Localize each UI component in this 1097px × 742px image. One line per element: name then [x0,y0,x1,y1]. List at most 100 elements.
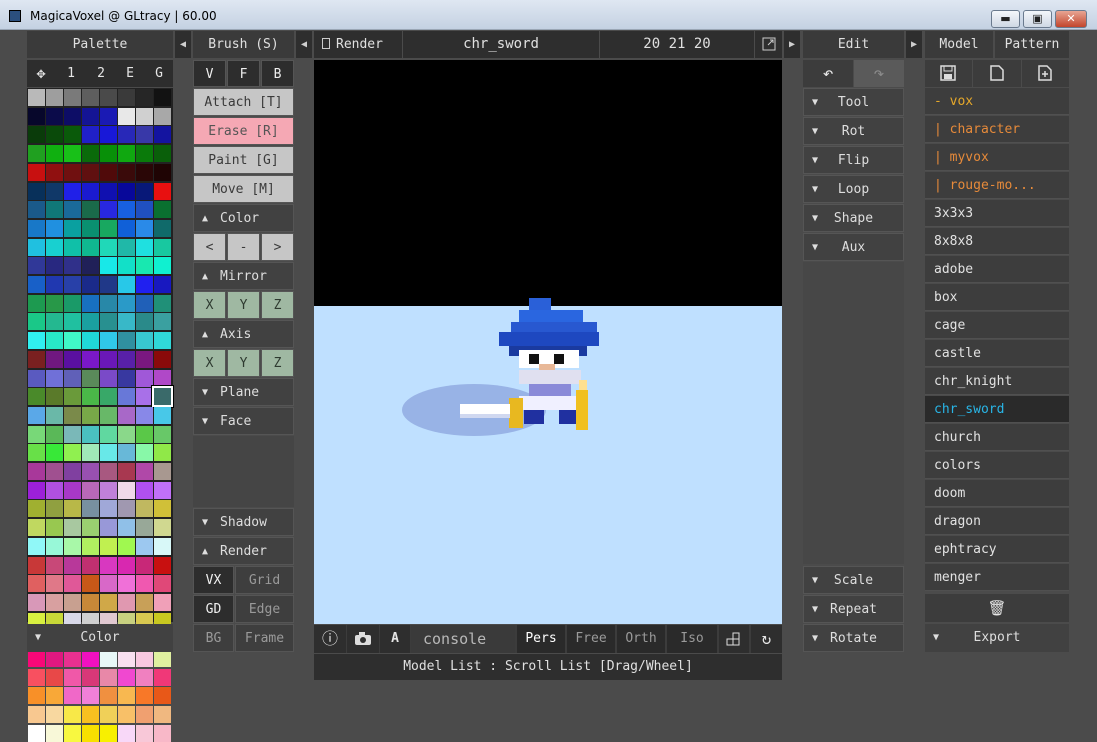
palette-swatch[interactable] [28,650,45,667]
palette-swatch[interactable] [154,126,171,144]
edit-section-rotate[interactable]: ▼ Rotate [803,624,904,652]
palette-swatch[interactable] [154,238,171,256]
palette-swatch[interactable] [154,219,171,237]
palette-swatch[interactable] [28,219,45,237]
palette-swatch[interactable] [64,463,81,480]
palette-swatch[interactable] [136,406,153,424]
palette-swatch[interactable] [46,650,63,667]
undo-icon[interactable]: ↶ [803,60,853,87]
a-button[interactable]: A [380,625,410,653]
palette-swatch[interactable] [64,89,81,106]
palette-swatch[interactable] [28,575,45,593]
axis-section[interactable]: ▲ Axis [193,320,294,348]
palette-swatch[interactable] [118,425,135,443]
axis-x-button[interactable]: X [193,349,226,377]
palette-swatch[interactable] [100,388,117,406]
palette-swatch[interactable] [64,388,81,406]
palette-swatch[interactable] [28,257,45,275]
palette-swatch[interactable] [118,519,135,537]
palette-swatch[interactable] [136,332,153,350]
palette-swatch[interactable] [154,500,171,518]
palette-swatch[interactable] [82,89,99,106]
palette-swatch[interactable] [46,500,63,518]
palette-swatch[interactable] [136,163,153,181]
palette-grid[interactable] [27,88,173,742]
palette-swatch[interactable] [100,706,117,724]
palette-swatch[interactable] [136,724,153,742]
palette-swatch[interactable] [82,107,99,125]
palette-swatch[interactable] [82,463,99,480]
palette-swatch[interactable] [154,369,171,387]
color-prev-button[interactable]: < [193,233,226,261]
palette-swatch[interactable] [154,313,171,331]
palette-swatch[interactable] [136,650,153,667]
model-item[interactable]: dragon [925,508,1069,535]
palette-swatch[interactable] [64,687,81,705]
layout-icon[interactable] [719,625,749,653]
render-button[interactable]: Render [314,31,402,58]
palette-swatch[interactable] [82,425,99,443]
render-gd-toggle[interactable]: GD [193,595,234,623]
attach-button[interactable]: Attach [T] [193,88,294,116]
palette-swatch[interactable] [46,537,63,555]
tab-model[interactable]: Model [925,31,993,58]
palette-swatch[interactable] [46,369,63,387]
palette-swatch[interactable] [100,182,117,200]
palette-swatch[interactable] [64,126,81,144]
palette-swatch[interactable] [136,706,153,724]
palette-swatch[interactable] [64,575,81,593]
folder-item[interactable]: | myvox [925,144,1069,171]
palette-swatch[interactable] [64,163,81,181]
palette-swatch[interactable] [82,294,99,312]
palette-swatch[interactable] [136,463,153,480]
palette-swatch[interactable] [28,145,45,163]
axis-y-button[interactable]: Y [227,349,260,377]
palette-swatch[interactable] [136,257,153,275]
palette-swatch[interactable] [46,294,63,312]
view-pers[interactable]: Pers [517,625,565,653]
paint-button[interactable]: Paint [G] [193,146,294,174]
palette-swatch[interactable] [136,276,153,293]
palette-swatch[interactable] [154,687,171,705]
model-item[interactable]: 3x3x3 [925,200,1069,227]
palette-tab-1[interactable]: 1 [57,60,85,87]
palette-swatch[interactable] [100,276,117,293]
palette-swatch[interactable] [154,706,171,724]
palette-swatch[interactable] [136,201,153,219]
model-item[interactable]: chr_knight [925,368,1069,395]
palette-collapse-arrow[interactable]: ◀ [175,31,191,58]
palette-swatch[interactable] [64,145,81,163]
palette-swatch[interactable] [118,593,135,611]
render-edge-toggle[interactable]: Edge [235,595,294,623]
folder-item[interactable]: - vox [925,88,1069,115]
palette-swatch[interactable] [136,107,153,125]
palette-swatch[interactable] [82,276,99,293]
palette-swatch[interactable] [136,145,153,163]
palette-swatch[interactable] [28,593,45,611]
palette-swatch[interactable] [118,687,135,705]
palette-swatch[interactable] [82,724,99,742]
palette-swatch[interactable] [136,444,153,462]
palette-swatch[interactable] [46,238,63,256]
palette-swatch[interactable] [118,163,135,181]
reset-camera-icon[interactable]: ↻ [751,625,782,653]
render-grid-toggle[interactable]: Grid [235,566,294,594]
palette-swatch[interactable] [100,238,117,256]
brush-mode-f[interactable]: F [227,60,260,87]
palette-swatch[interactable] [154,425,171,443]
palette-swatch[interactable] [28,276,45,293]
palette-swatch[interactable] [46,556,63,574]
shadow-section[interactable]: ▼ Shadow [193,508,294,536]
palette-swatch[interactable] [100,145,117,163]
palette-swatch-selected[interactable] [152,386,173,408]
palette-swatch[interactable] [46,463,63,480]
move-button[interactable]: Move [M] [193,175,294,203]
model-item[interactable]: ephtracy [925,536,1069,563]
camera-icon[interactable] [347,625,379,653]
palette-swatch[interactable] [82,556,99,574]
palette-swatch[interactable] [28,463,45,480]
palette-swatch[interactable] [154,276,171,293]
palette-swatch[interactable] [28,537,45,555]
palette-swatch[interactable] [118,276,135,293]
palette-swatch[interactable] [82,406,99,424]
